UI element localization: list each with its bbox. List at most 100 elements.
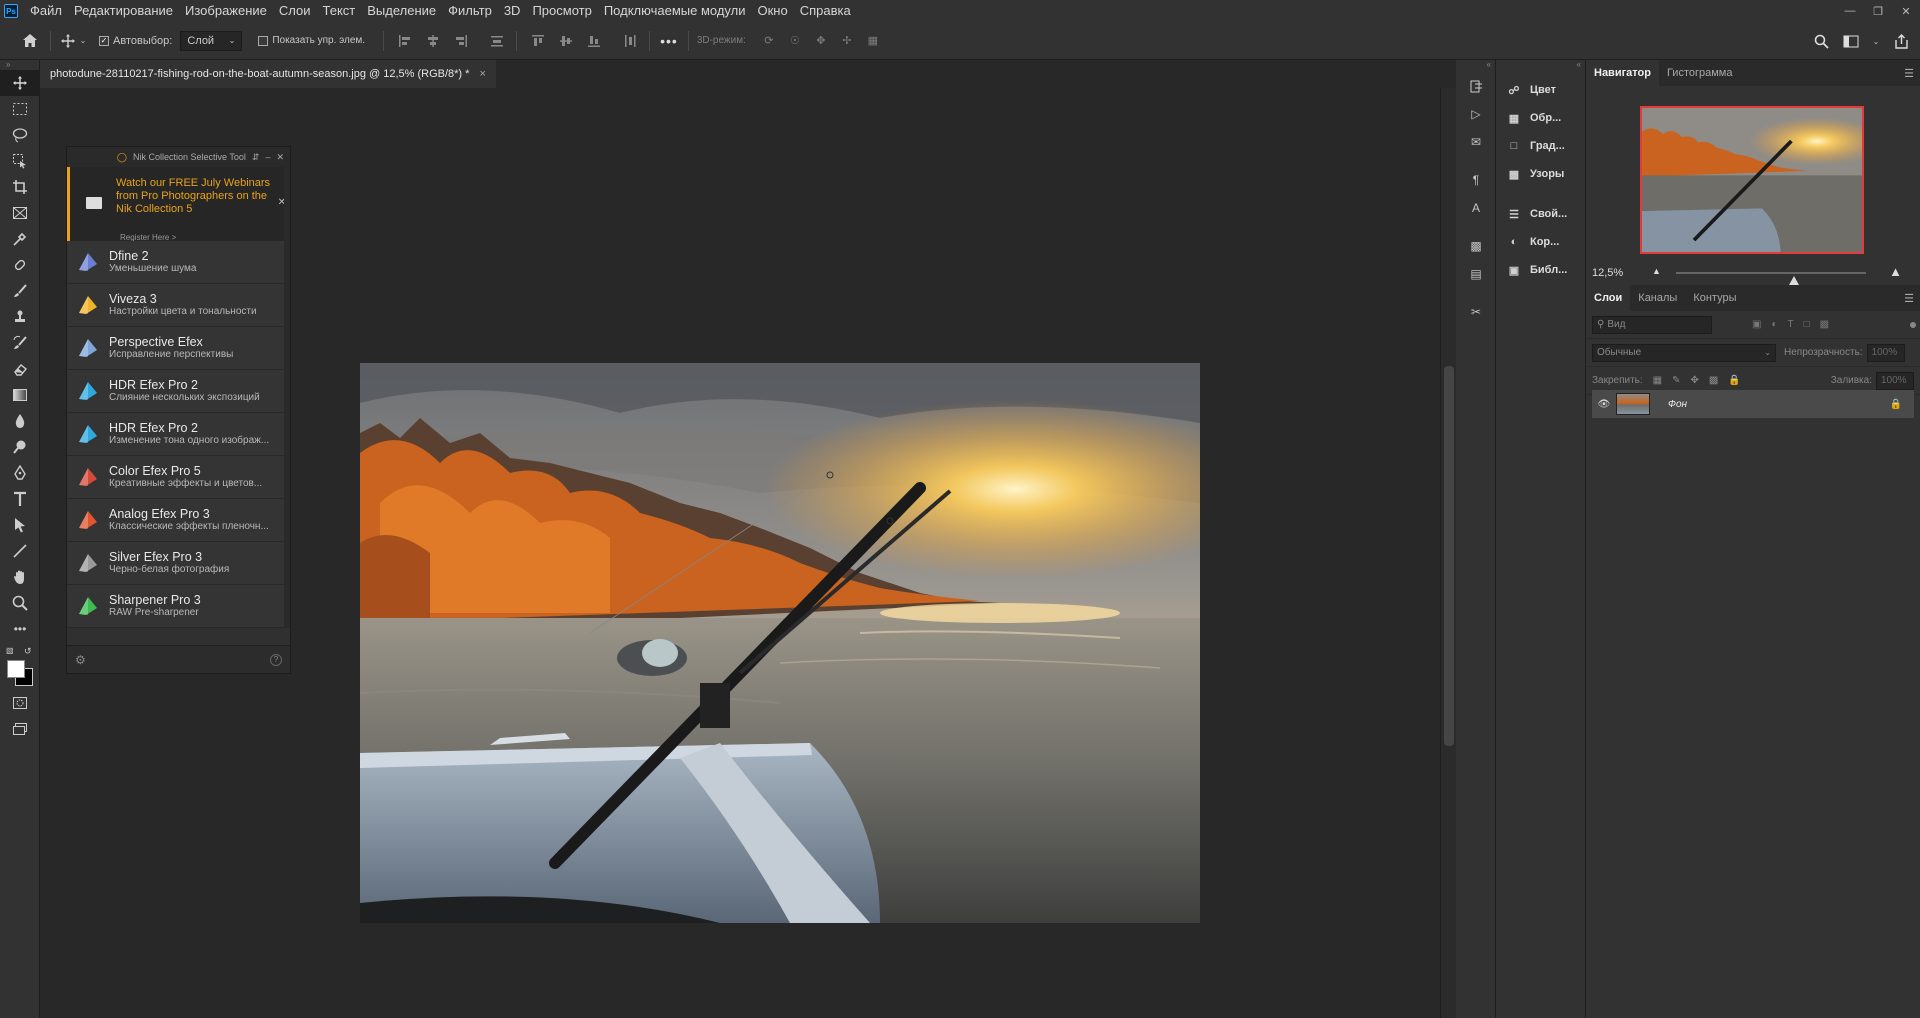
- distribute-vertical-icon[interactable]: [621, 32, 639, 50]
- menu-item-6[interactable]: Фильтр: [442, 0, 498, 22]
- 3d-roll-icon[interactable]: ☉: [786, 32, 804, 50]
- 3d-pan-icon[interactable]: ✥: [812, 32, 830, 50]
- tab-channels[interactable]: Каналы: [1630, 285, 1685, 311]
- history-icon[interactable]: [1456, 72, 1496, 100]
- lasso-tool[interactable]: [0, 122, 40, 148]
- swap-colors-icon[interactable]: ↺: [24, 646, 32, 657]
- layer-filter-input[interactable]: ⚲ Вид: [1592, 315, 1712, 334]
- minimize-panel-icon[interactable]: –: [265, 152, 270, 162]
- menu-item-7[interactable]: 3D: [498, 0, 527, 22]
- panel-button-0[interactable]: ☍ Цвет: [1496, 76, 1585, 104]
- panel-button-1[interactable]: ▦ Обр...: [1496, 104, 1585, 132]
- nik-tool-item[interactable]: HDR Efex Pro 2 Слияние нескольких экспози…: [67, 370, 290, 413]
- tool-presets-icon[interactable]: ✂: [1456, 298, 1496, 326]
- lock-transparent-icon[interactable]: ▦: [1653, 375, 1662, 386]
- lock-artboard-icon[interactable]: ▩: [1709, 375, 1718, 386]
- minimize-icon[interactable]: —: [1836, 0, 1864, 22]
- type-tool[interactable]: [0, 486, 40, 512]
- glyphs-icon[interactable]: ▩: [1456, 232, 1496, 260]
- close-icon[interactable]: ✕: [1892, 0, 1920, 22]
- chevron-down-icon[interactable]: ⌄: [77, 32, 89, 50]
- nik-tool-item[interactable]: Viveza 3 Настройки цвета и тональности: [67, 284, 290, 327]
- close-tab-icon[interactable]: ×: [479, 68, 485, 80]
- opacity-input[interactable]: 100%: [1866, 343, 1905, 362]
- notes-icon[interactable]: ▤: [1456, 260, 1496, 288]
- workspace-icon[interactable]: [1842, 32, 1860, 50]
- align-bottom-icon[interactable]: [585, 32, 603, 50]
- settings-gear-icon[interactable]: ⚙: [75, 653, 86, 667]
- tab-histogram[interactable]: Гистограмма: [1659, 60, 1741, 86]
- menu-item-5[interactable]: Выделение: [361, 0, 442, 22]
- autoselect-dropdown[interactable]: Слой ⌄: [180, 30, 243, 51]
- chevron-down-icon[interactable]: ⌄: [1872, 32, 1880, 50]
- filter-type-icon[interactable]: T: [1788, 319, 1794, 330]
- nik-tool-item[interactable]: HDR Efex Pro 2 Изменение тона одного изоб…: [67, 413, 290, 456]
- align-right-icon[interactable]: [452, 32, 470, 50]
- path-selection-tool[interactable]: [0, 512, 40, 538]
- menu-item-9[interactable]: Подключаемые модули: [598, 0, 752, 22]
- panel-button-4[interactable]: ☰ Свой...: [1496, 200, 1585, 228]
- vertical-scrollbar[interactable]: [1440, 88, 1456, 1018]
- character-icon[interactable]: A: [1456, 194, 1496, 222]
- marquee-tool[interactable]: [0, 96, 40, 122]
- align-top-icon[interactable]: [529, 32, 547, 50]
- promo-banner[interactable]: Watch our FREE July Webinars from Pro Ph…: [67, 167, 290, 242]
- home-icon[interactable]: [18, 32, 42, 50]
- document-tab[interactable]: photodune-28110217-fishing-rod-on-the-bo…: [40, 60, 496, 88]
- gradient-tool[interactable]: [0, 382, 40, 408]
- autoselect-checkbox[interactable]: ✓ Автовыбор:: [99, 35, 172, 47]
- move-tool-icon[interactable]: [59, 32, 77, 50]
- zoom-out-icon[interactable]: ▲: [1652, 266, 1661, 276]
- restore-icon[interactable]: ❐: [1864, 0, 1892, 22]
- panel-button-6[interactable]: ▣ Библ...: [1496, 256, 1585, 284]
- menu-item-11[interactable]: Справка: [794, 0, 857, 22]
- zoom-value[interactable]: 12,5%: [1592, 267, 1623, 279]
- clone-stamp-tool[interactable]: [0, 304, 40, 330]
- panel-button-3[interactable]: ▩ Узоры: [1496, 160, 1585, 188]
- search-icon[interactable]: [1812, 32, 1830, 50]
- brush-tool[interactable]: [0, 278, 40, 304]
- nik-tool-item[interactable]: Color Efex Pro 5 Креативные эффекты и цве…: [67, 456, 290, 499]
- comments-icon[interactable]: ✉: [1456, 128, 1496, 156]
- default-colors-icon[interactable]: ▧: [6, 646, 14, 655]
- layer-row[interactable]: 👁 Фон 🔒: [1592, 390, 1914, 418]
- filter-smart-icon[interactable]: ▩: [1820, 319, 1829, 330]
- filter-toggle-icon[interactable]: [1910, 321, 1916, 328]
- filter-shape-icon[interactable]: □: [1804, 319, 1810, 330]
- eyedropper-tool[interactable]: [0, 226, 40, 252]
- zoom-in-icon[interactable]: ▲: [1889, 264, 1902, 279]
- menu-item-0[interactable]: Файл: [24, 0, 68, 22]
- menu-item-4[interactable]: Текст: [317, 0, 362, 22]
- eraser-tool[interactable]: [0, 356, 40, 382]
- healing-brush-tool[interactable]: [0, 252, 40, 278]
- menu-item-2[interactable]: Изображение: [179, 0, 273, 22]
- nik-tool-item[interactable]: Silver Efex Pro 3 Черно-белая фотография: [67, 542, 290, 585]
- panel-menu-icon[interactable]: ☰: [1904, 292, 1914, 305]
- dodge-tool[interactable]: [0, 434, 40, 460]
- scroll-thumb[interactable]: [1444, 366, 1454, 746]
- panel-menu-icon[interactable]: ☰: [1904, 67, 1914, 80]
- menu-item-8[interactable]: Просмотр: [526, 0, 597, 22]
- 3d-camera-icon[interactable]: ▦: [864, 32, 882, 50]
- fill-input[interactable]: 100%: [1876, 371, 1914, 390]
- panel-button-5[interactable]: ◐ Кор...: [1496, 228, 1585, 256]
- lock-all-icon[interactable]: 🔒: [1728, 375, 1740, 386]
- object-selection-tool[interactable]: [0, 148, 40, 174]
- line-tool[interactable]: [0, 538, 40, 564]
- blur-tool[interactable]: [0, 408, 40, 434]
- align-vcenter-icon[interactable]: [557, 32, 575, 50]
- crop-tool[interactable]: [0, 174, 40, 200]
- lock-pixels-icon[interactable]: ✎: [1672, 375, 1680, 386]
- filter-adjustment-icon[interactable]: ◐: [1771, 319, 1777, 330]
- foreground-color-swatch[interactable]: [7, 660, 25, 678]
- more-tools-icon[interactable]: •••: [0, 616, 40, 642]
- nik-tool-item[interactable]: Sharpener Pro 3 RAW Pre-sharpener: [67, 585, 290, 628]
- filter-pixel-icon[interactable]: ▣: [1752, 319, 1761, 330]
- history-brush-tool[interactable]: [0, 330, 40, 356]
- paragraph-styles-icon[interactable]: ¶: [1456, 166, 1496, 194]
- 3d-orbit-icon[interactable]: ⟳: [760, 32, 778, 50]
- 3d-slide-icon[interactable]: ✢: [838, 32, 856, 50]
- menu-item-3[interactable]: Слои: [273, 0, 317, 22]
- lock-position-icon[interactable]: ✥: [1691, 375, 1699, 386]
- blend-mode-select[interactable]: Обычные ⌄: [1592, 343, 1776, 362]
